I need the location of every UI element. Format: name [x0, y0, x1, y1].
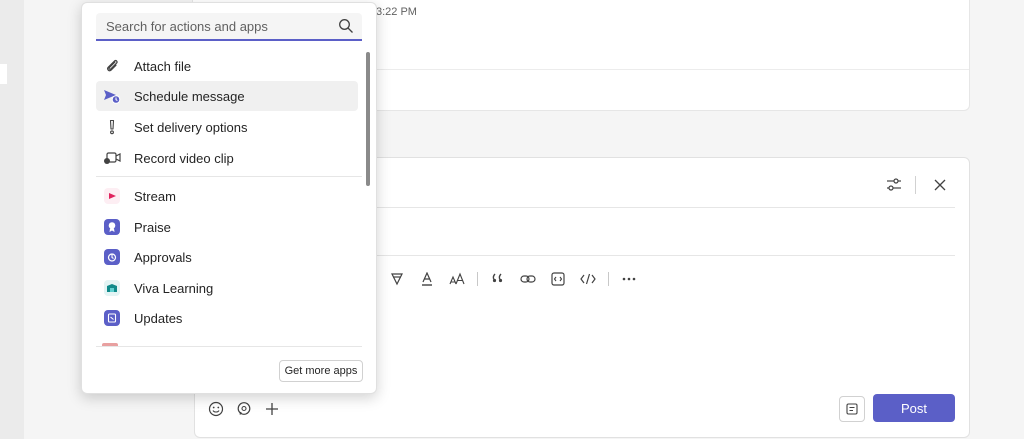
search-input[interactable]: [96, 13, 346, 39]
settings-sliders-icon[interactable]: [883, 174, 905, 196]
close-icon[interactable]: [929, 174, 951, 196]
add-icon[interactable]: [261, 398, 283, 420]
menu-item-label: Set delivery options: [134, 119, 248, 135]
viva-learning-icon: [102, 278, 122, 298]
search-icon[interactable]: [338, 18, 354, 34]
menu-item-updates[interactable]: Updates: [96, 303, 358, 333]
menu-item-set-delivery-options[interactable]: Set delivery options: [96, 112, 358, 142]
updates-icon: [102, 308, 122, 328]
menu-item-label: Attach file: [134, 58, 192, 74]
link-icon[interactable]: [516, 268, 540, 290]
code-snippet-icon[interactable]: [546, 268, 570, 290]
menu-item-record-video-clip[interactable]: Record video clip: [96, 143, 358, 173]
left-rail: [0, 0, 24, 439]
more-options-icon[interactable]: [617, 268, 641, 290]
schedule-send-icon: [102, 86, 122, 106]
toolbar-divider: [915, 176, 916, 194]
stream-icon: [102, 186, 122, 206]
loop-component-icon[interactable]: [233, 398, 255, 420]
menu-item-label: Schedule message: [134, 88, 245, 104]
flyout-scrollbar[interactable]: [366, 52, 370, 186]
exclamation-icon: [102, 117, 122, 137]
menu-item-label: Approvals: [134, 249, 192, 265]
menu-item-label: Viva Learning: [134, 280, 214, 296]
praise-icon: [102, 217, 122, 237]
search-box: [96, 13, 362, 41]
font-color-icon[interactable]: [415, 268, 439, 290]
menu-item-label: Praise: [134, 219, 171, 235]
format-toolbar: [385, 268, 641, 290]
menu-separator: [96, 346, 362, 347]
format-toggle-icon[interactable]: [839, 396, 865, 422]
menu-item-praise[interactable]: Praise: [96, 212, 358, 242]
font-size-icon[interactable]: [445, 268, 469, 290]
compose-bottom-actions: [205, 398, 283, 420]
get-more-apps-button[interactable]: Get more apps: [279, 360, 363, 382]
post-button[interactable]: Post: [873, 394, 955, 422]
menu-item-label: Record video clip: [134, 150, 234, 166]
menu-item-label: Stream: [134, 188, 176, 204]
highlight-icon[interactable]: [385, 268, 409, 290]
approvals-icon: [102, 247, 122, 267]
menu-item-label: Updates: [134, 310, 183, 326]
actions-apps-flyout: Attach file Schedule message Set deliver…: [81, 2, 377, 394]
message-timestamp: 3:22 PM: [376, 6, 417, 18]
menu-item-attach-file[interactable]: Attach file: [96, 51, 358, 81]
format-separator: [477, 272, 478, 286]
rail-indicator: [0, 64, 7, 84]
menu-separator: [96, 176, 362, 177]
menu-item-stream[interactable]: Stream: [96, 181, 358, 211]
menu-item-schedule-message[interactable]: Schedule message: [96, 81, 358, 111]
quote-icon[interactable]: [486, 268, 510, 290]
menu-item-approvals[interactable]: Approvals: [96, 242, 358, 272]
format-separator: [608, 272, 609, 286]
menu-item-viva-learning[interactable]: Viva Learning: [96, 273, 358, 303]
video-clip-icon: [102, 148, 122, 168]
code-icon[interactable]: [576, 268, 600, 290]
emoji-icon[interactable]: [205, 398, 227, 420]
paperclip-icon: [102, 56, 122, 76]
